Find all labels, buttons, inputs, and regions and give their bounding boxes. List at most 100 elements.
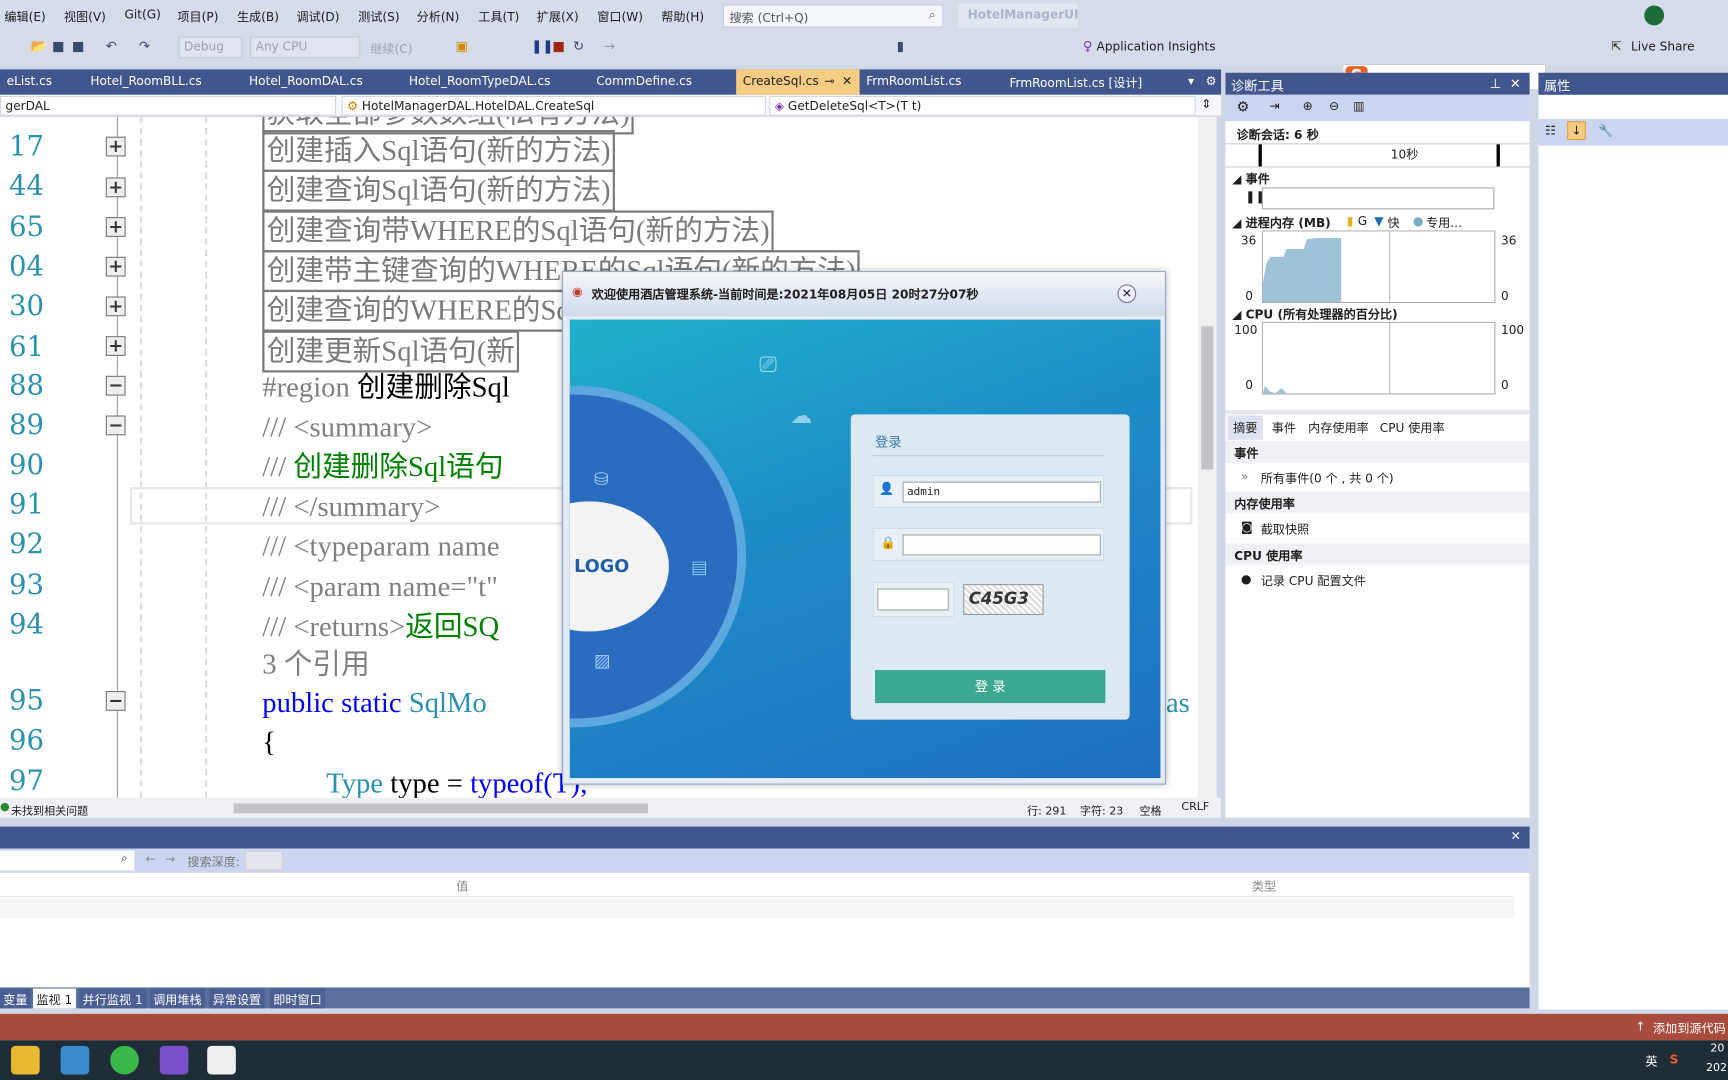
- menu-build[interactable]: 生成(B): [237, 8, 279, 26]
- tab-immediate[interactable]: 即时窗口: [269, 988, 326, 1009]
- search-depth-dropdown[interactable]: [244, 850, 284, 871]
- forward-icon[interactable]: →: [165, 852, 175, 866]
- horizontal-scrollbar[interactable]: [233, 803, 648, 814]
- tab-watch1[interactable]: 监视 1: [33, 988, 76, 1009]
- scroll-thumb[interactable]: [1201, 326, 1214, 470]
- zoom-out-icon[interactable]: ⊖: [1329, 99, 1339, 113]
- alphabetical-icon[interactable]: ↓: [1567, 121, 1587, 140]
- browser-icon[interactable]: [110, 1045, 139, 1075]
- tab-summary[interactable]: 摘要: [1227, 415, 1263, 440]
- dialog-titlebar[interactable]: ◉ 欢迎使用酒店管理系统-当前时间是:2021年08月05日 20时27分07秒 …: [563, 272, 1165, 317]
- clock-date[interactable]: 202: [1706, 1062, 1727, 1074]
- collapsed-region[interactable]: 创建插入Sql语句(新的方法): [262, 130, 615, 172]
- collapsed-region[interactable]: 创建查询带WHERE的Sql语句(新的方法): [262, 210, 775, 253]
- menu-window[interactable]: 窗口(W): [597, 8, 643, 26]
- menu-project[interactable]: 项目(P): [177, 8, 218, 26]
- add-to-source-control[interactable]: 添加到源代码: [1653, 1019, 1726, 1037]
- close-icon[interactable]: ✕: [1117, 284, 1137, 304]
- clock-time[interactable]: 20: [1710, 1043, 1724, 1055]
- tab-locals[interactable]: 变量: [0, 988, 31, 1009]
- menu-extensions[interactable]: 扩展(X): [537, 8, 579, 26]
- tab-memory[interactable]: 内存使用率: [1308, 419, 1369, 437]
- menu-help[interactable]: 帮助(H): [661, 8, 704, 26]
- column-value[interactable]: 值: [456, 877, 468, 895]
- close-icon[interactable]: ✕: [1510, 76, 1521, 91]
- menu-view[interactable]: 视图(V): [64, 8, 106, 26]
- hotel-app-icon[interactable]: [207, 1045, 236, 1075]
- tab-roomdal[interactable]: Hotel_RoomDAL.cs: [242, 69, 402, 94]
- column-type[interactable]: 类型: [1252, 877, 1276, 895]
- tab-exception-settings[interactable]: 异常设置: [209, 988, 265, 1009]
- member-dropdown[interactable]: ◈ GetDeleteSql<T>(T t): [769, 95, 1196, 116]
- collapse-icon[interactable]: −: [105, 375, 126, 396]
- username-input[interactable]: admin: [902, 481, 1101, 503]
- memory-section[interactable]: ◢ 进程内存 (MB): [1232, 214, 1331, 232]
- restart-icon[interactable]: ↻: [571, 39, 586, 54]
- menu-edit[interactable]: 编辑(E): [4, 8, 45, 26]
- platform-dropdown[interactable]: Any CPU: [250, 36, 361, 59]
- explorer-icon[interactable]: ▣: [454, 39, 469, 54]
- ime-indicator[interactable]: 英: [1645, 1052, 1657, 1070]
- collapsed-region[interactable]: 创建查询Sql语句(新的方法): [262, 169, 615, 212]
- tab-elist[interactable]: eList.cs: [0, 69, 83, 94]
- cpu-section[interactable]: ◢ CPU (所有处理器的百分比): [1232, 305, 1398, 323]
- password-input[interactable]: [902, 534, 1101, 556]
- eol-indicator[interactable]: CRLF: [1181, 801, 1209, 813]
- save-all-icon[interactable]: ■: [71, 39, 86, 54]
- tab-frmroomlist[interactable]: FrmRoomList.cs: [860, 69, 1003, 94]
- open-folder-icon[interactable]: 📂: [31, 39, 47, 54]
- menu-debug[interactable]: 调试(D): [296, 8, 339, 26]
- watch-search-input[interactable]: ⌕: [0, 850, 135, 871]
- tab-parallel-watch[interactable]: 并行监视 1: [79, 988, 147, 1009]
- file-explorer-icon[interactable]: [11, 1045, 40, 1075]
- collapsed-region[interactable]: 创建查询的WHERE的Sql: [262, 289, 584, 332]
- expand-icon[interactable]: +: [105, 177, 126, 198]
- indent-indicator[interactable]: 空格: [1140, 801, 1162, 818]
- pin-icon[interactable]: ⊥: [1489, 76, 1501, 91]
- live-share-button[interactable]: Live Share: [1631, 40, 1695, 54]
- sogou-tray-icon[interactable]: S: [1670, 1052, 1679, 1066]
- stop-icon[interactable]: ■: [551, 39, 566, 54]
- categorized-icon[interactable]: ☷: [1545, 123, 1556, 137]
- watch-row[interactable]: [0, 898, 1515, 918]
- collapsed-region[interactable]: 创建更新Sql语句(新: [262, 330, 520, 373]
- wrench-icon[interactable]: 🔧: [1598, 123, 1613, 137]
- collapse-icon[interactable]: −: [105, 690, 126, 711]
- close-icon[interactable]: ✕: [1511, 829, 1521, 843]
- tab-commdefine[interactable]: CommDefine.cs: [590, 69, 737, 94]
- menu-git[interactable]: Git(G): [125, 8, 161, 22]
- tab-createsql[interactable]: CreateSql.cs ⊸ ✕: [736, 69, 860, 95]
- close-icon[interactable]: ✕: [842, 74, 852, 88]
- login-button[interactable]: 登 录: [875, 670, 1106, 704]
- issues-status[interactable]: 未找到相关问题: [11, 801, 88, 818]
- step-icon[interactable]: →: [602, 39, 617, 54]
- class-dropdown[interactable]: ⚙ HotelManagerDAL.HotelDAL.CreateSql: [341, 95, 766, 116]
- live-share-icon[interactable]: ⇱: [1611, 40, 1621, 54]
- back-icon[interactable]: ←: [145, 852, 155, 866]
- config-dropdown[interactable]: Debug: [178, 36, 243, 59]
- pause-icon[interactable]: ❚❚: [531, 39, 553, 54]
- menu-test[interactable]: 测试(S): [358, 8, 399, 26]
- search-input[interactable]: 搜索 (Ctrl+Q) ⌕: [722, 4, 944, 28]
- continue-button[interactable]: 继续(C): [370, 40, 412, 58]
- expand-icon[interactable]: +: [105, 217, 126, 237]
- menu-tools[interactable]: 工具(T): [478, 8, 519, 26]
- expand-icon[interactable]: +: [105, 296, 126, 317]
- tab-events[interactable]: 事件: [1272, 419, 1296, 437]
- export-icon[interactable]: ⇥: [1270, 99, 1280, 113]
- app-insights-button[interactable]: Application Insights: [1097, 40, 1216, 54]
- bookmark-icon[interactable]: ▮: [893, 39, 908, 54]
- collapse-icon[interactable]: −: [105, 415, 126, 436]
- menu-analyze[interactable]: 分析(N): [417, 8, 460, 26]
- save-icon[interactable]: ■: [51, 39, 66, 54]
- expand-icon[interactable]: +: [105, 336, 126, 356]
- take-snapshot-button[interactable]: 截取快照: [1261, 520, 1309, 538]
- app-icon[interactable]: [60, 1045, 90, 1075]
- editor-scrollbar[interactable]: [1197, 116, 1217, 798]
- expand-icon[interactable]: +: [105, 256, 126, 277]
- pin-icon[interactable]: ⊸: [824, 74, 834, 88]
- chart-icon[interactable]: ▥: [1353, 99, 1364, 113]
- codelens-references[interactable]: 3 个引用: [262, 646, 369, 683]
- captcha-image[interactable]: C45G3: [963, 584, 1044, 615]
- tab-frmroomlist-design[interactable]: FrmRoomList.cs [设计]: [1003, 69, 1185, 94]
